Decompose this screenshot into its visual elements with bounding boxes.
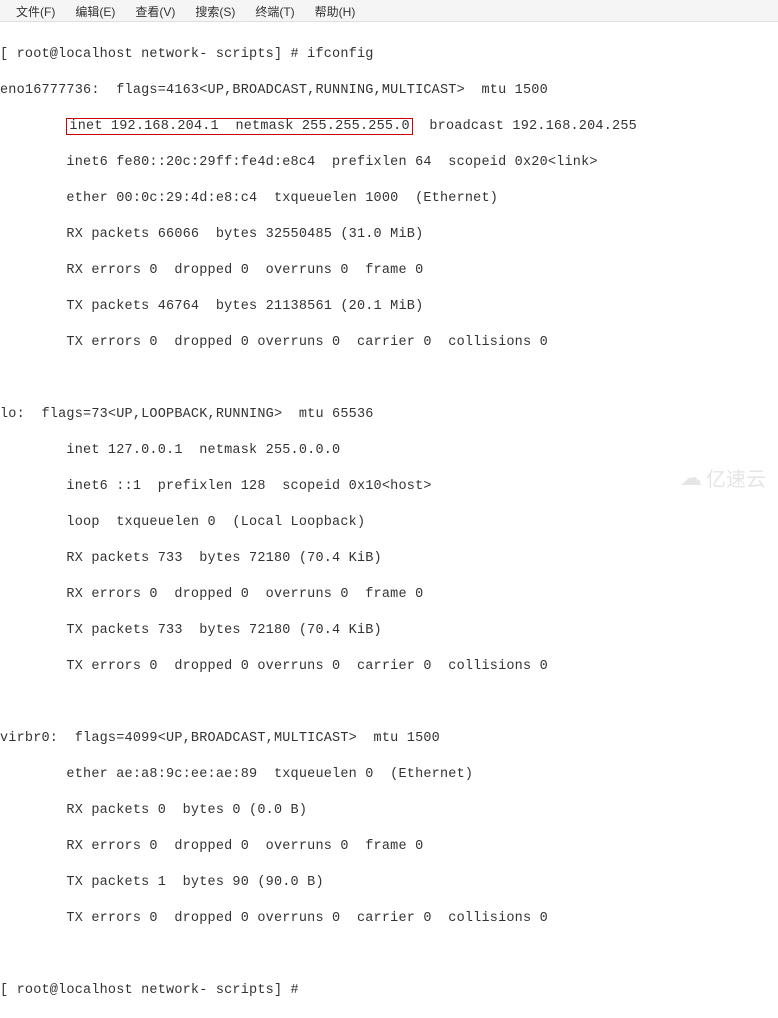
watermark: ☁ 亿速云: [680, 463, 766, 492]
cloud-icon: ☁: [680, 465, 702, 491]
terminal-output[interactable]: [ root@localhost network- scripts] # ifc…: [0, 22, 778, 1018]
eno-inet-highlight: inet 192.168.204.1 netmask 255.255.255.0: [66, 118, 412, 135]
lo-header: lo: flags=73<UP,LOOPBACK,RUNNING> mtu 65…: [0, 406, 772, 424]
lo-inet6: inet6 ::1 prefixlen 128 scopeid 0x10<hos…: [0, 478, 772, 496]
eno-inet-broadcast: broadcast 192.168.204.255: [413, 119, 637, 134]
eno-header: eno16777736: flags=4163<UP,BROADCAST,RUN…: [0, 82, 772, 100]
menu-help[interactable]: 帮助(H): [305, 2, 366, 19]
eno-tx-packets: TX packets 46764 bytes 21138561 (20.1 Mi…: [0, 298, 772, 316]
virbr0-ether: ether ae:a8:9c:ee:ae:89 txqueuelen 0 (Et…: [0, 766, 772, 784]
prompt-line-1: [ root@localhost network- scripts] # ifc…: [0, 46, 772, 64]
menu-terminal[interactable]: 终端(T): [245, 2, 304, 19]
lo-tx-packets: TX packets 733 bytes 72180 (70.4 KiB): [0, 622, 772, 640]
lo-rx-errors: RX errors 0 dropped 0 overruns 0 frame 0: [0, 586, 772, 604]
watermark-text: 亿速云: [706, 463, 766, 492]
eno-rx-packets: RX packets 66066 bytes 32550485 (31.0 Mi…: [0, 226, 772, 244]
menubar: 文件(F) 编辑(E) 查看(V) 搜索(S) 终端(T) 帮助(H): [0, 0, 778, 22]
menu-edit[interactable]: 编辑(E): [65, 2, 125, 19]
virbr0-rx-packets: RX packets 0 bytes 0 (0.0 B): [0, 802, 772, 820]
virbr0-tx-errors: TX errors 0 dropped 0 overruns 0 carrier…: [0, 910, 772, 928]
lo-inet: inet 127.0.0.1 netmask 255.0.0.0: [0, 442, 772, 460]
eno-inet: inet 192.168.204.1 netmask 255.255.255.0…: [0, 118, 772, 136]
menu-view[interactable]: 查看(V): [125, 2, 185, 19]
blank-3: [0, 946, 772, 964]
blank-2: [0, 694, 772, 712]
lo-tx-errors: TX errors 0 dropped 0 overruns 0 carrier…: [0, 658, 772, 676]
virbr0-tx-packets: TX packets 1 bytes 90 (90.0 B): [0, 874, 772, 892]
prompt-line-2: [ root@localhost network- scripts] #: [0, 982, 772, 1000]
virbr0-header: virbr0: flags=4099<UP,BROADCAST,MULTICAS…: [0, 730, 772, 748]
eno-ether: ether 00:0c:29:4d:e8:c4 txqueuelen 1000 …: [0, 190, 772, 208]
menu-file[interactable]: 文件(F): [6, 2, 65, 19]
lo-rx-packets: RX packets 733 bytes 72180 (70.4 KiB): [0, 550, 772, 568]
eno-inet6: inet6 fe80::20c:29ff:fe4d:e8c4 prefixlen…: [0, 154, 772, 172]
menu-search[interactable]: 搜索(S): [185, 2, 245, 19]
virbr0-rx-errors: RX errors 0 dropped 0 overruns 0 frame 0: [0, 838, 772, 856]
eno-rx-errors: RX errors 0 dropped 0 overruns 0 frame 0: [0, 262, 772, 280]
eno-tx-errors: TX errors 0 dropped 0 overruns 0 carrier…: [0, 334, 772, 352]
lo-loop: loop txqueuelen 0 (Local Loopback): [0, 514, 772, 532]
eno-inet-indent: [0, 119, 66, 134]
blank-1: [0, 370, 772, 388]
